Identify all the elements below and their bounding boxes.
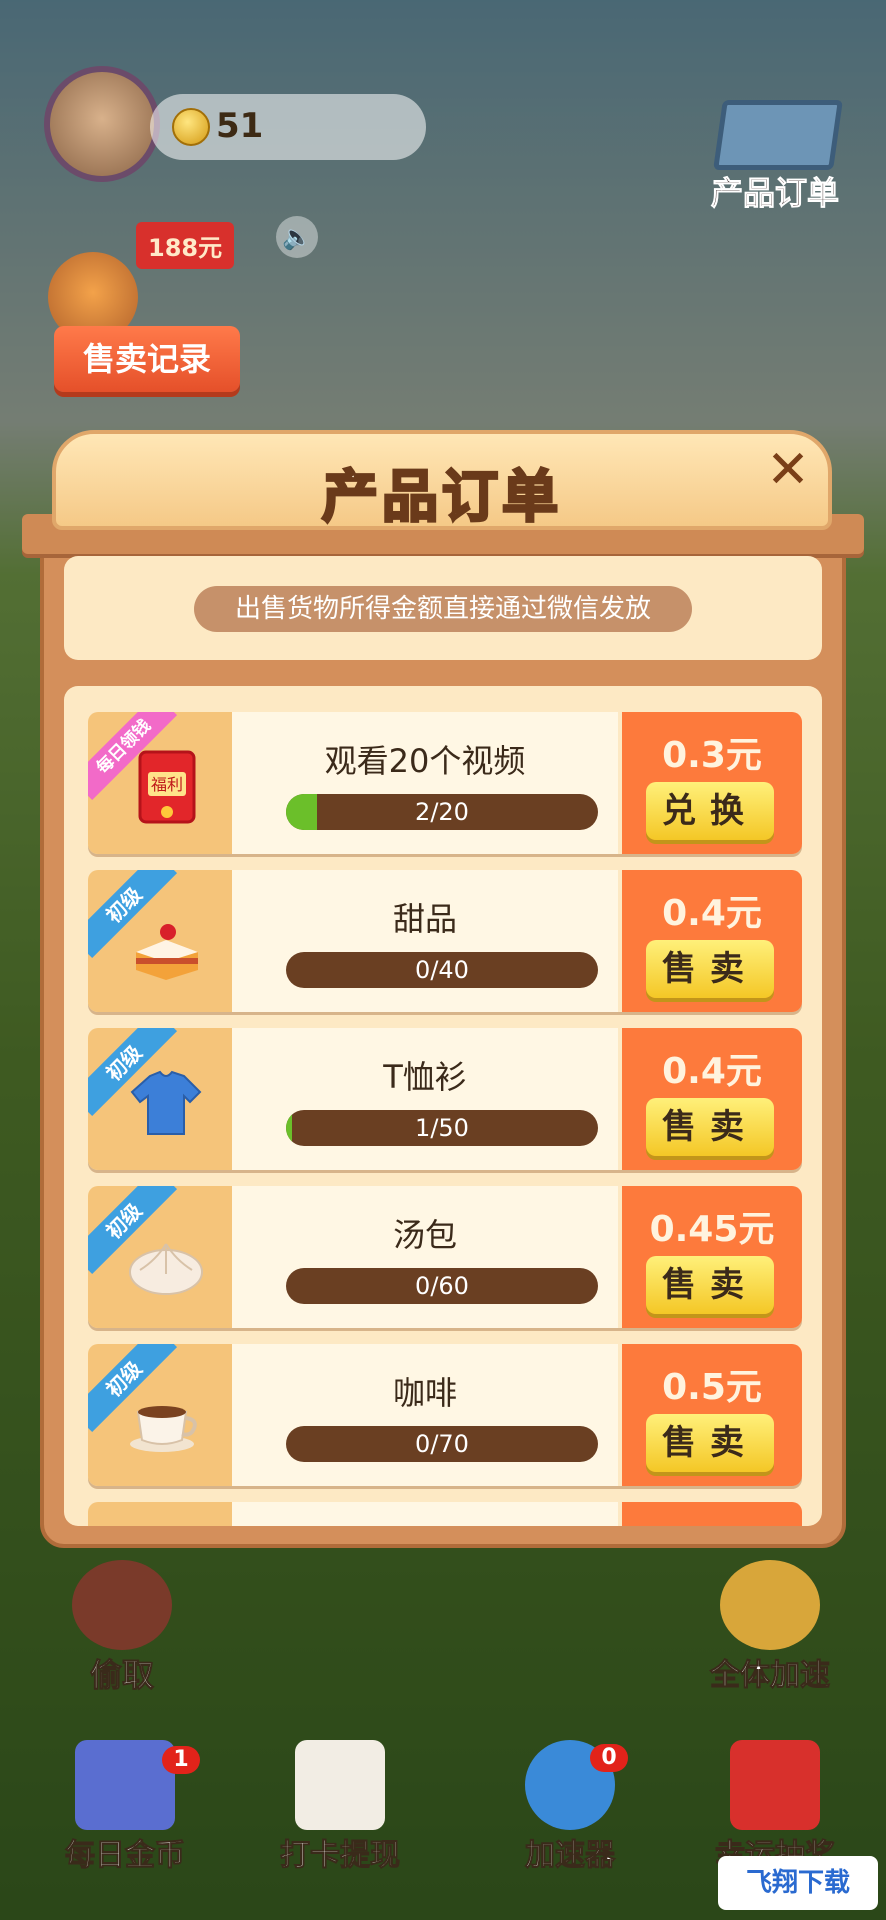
coffee-icon bbox=[130, 1406, 197, 1452]
order-icon-cell: 初级 bbox=[88, 1186, 232, 1328]
checkin-button[interactable]: 打卡提现 bbox=[260, 1740, 420, 1874]
red-envelope-icon: 福利 bbox=[138, 750, 196, 824]
cake-icon bbox=[136, 924, 198, 980]
progress-bar: 0/40 bbox=[286, 952, 598, 988]
progress-text: 1/50 bbox=[415, 1114, 469, 1142]
speaker-icon[interactable]: 🔈 bbox=[276, 216, 318, 258]
progress-text: 2/20 bbox=[415, 798, 469, 826]
checkin-label: 打卡提现 bbox=[280, 1838, 401, 1874]
sell-button[interactable]: 售卖 bbox=[646, 1256, 774, 1314]
order-row: 初级 T恤衫 1/50 0.4元 售卖 bbox=[88, 1028, 802, 1170]
order-info: T恤衫 1/50 bbox=[232, 1028, 618, 1170]
reward-badge: 188元 bbox=[136, 222, 235, 269]
order-icon-cell: 初级 bbox=[88, 1028, 232, 1170]
daily-coins-label: 每日金币 bbox=[65, 1838, 186, 1874]
order-row: 初级 汤包 0/60 0.45元 售卖 bbox=[88, 1186, 802, 1328]
order-icon-cell: 初级 bbox=[88, 870, 232, 1012]
order-title: 汤包 bbox=[392, 1216, 457, 1254]
order-title: T恤衫 bbox=[383, 1058, 467, 1096]
order-price-cell: 0.3元 兑换 bbox=[622, 712, 802, 854]
order-info bbox=[232, 1502, 618, 1526]
progress-bar: 0/70 bbox=[286, 1426, 598, 1462]
watermark-text: 飞翔下载 bbox=[745, 1868, 850, 1898]
order-row-partial bbox=[88, 1502, 802, 1526]
daily-coins-badge: 1 bbox=[162, 1746, 200, 1774]
bun-icon bbox=[129, 1243, 203, 1295]
order-icon-cell: 初级 bbox=[88, 1344, 232, 1486]
accelerator-button[interactable]: 加速器 0 bbox=[500, 1740, 640, 1874]
close-icon[interactable]: ✕ bbox=[762, 444, 814, 496]
avatar[interactable] bbox=[44, 66, 160, 182]
progress-bar: 2/20 bbox=[286, 794, 598, 830]
envelope-label: 福利 bbox=[151, 775, 183, 794]
speed-all-button[interactable]: 全体加速 bbox=[690, 1560, 850, 1694]
order-price: 0.4元 bbox=[662, 893, 762, 934]
stopwatch-icon bbox=[720, 1560, 820, 1650]
product-order-label: 产品订单 bbox=[710, 174, 839, 213]
order-info: 咖啡 0/70 bbox=[232, 1344, 618, 1486]
coin-icon bbox=[172, 108, 210, 146]
order-title: 观看20个视频 bbox=[324, 742, 526, 780]
order-list[interactable]: 每日领钱 福利 观看20个视频 2/20 0.3元 兑换 初级 甜品 0/40 … bbox=[64, 686, 822, 1526]
cart-icon bbox=[713, 100, 843, 170]
exchange-button[interactable]: 兑换 bbox=[646, 782, 774, 840]
order-title: 咖啡 bbox=[392, 1374, 457, 1412]
coin-count: 51 bbox=[216, 106, 264, 146]
order-info: 观看20个视频 2/20 bbox=[232, 712, 618, 854]
order-row: 每日领钱 福利 观看20个视频 2/20 0.3元 兑换 bbox=[88, 712, 802, 854]
order-info: 甜品 0/40 bbox=[232, 870, 618, 1012]
progress-text: 0/40 bbox=[415, 956, 469, 984]
steal-button[interactable]: 偷取 bbox=[52, 1560, 192, 1696]
product-order-button[interactable]: 产品订单 bbox=[700, 60, 850, 213]
watermark: 飞翔下载 bbox=[718, 1856, 878, 1910]
calendar-check-icon bbox=[295, 1740, 385, 1830]
speed-all-label: 全体加速 bbox=[710, 1658, 831, 1694]
order-price: 0.5元 bbox=[662, 1367, 762, 1408]
order-price-cell: 0.45元 售卖 bbox=[622, 1186, 802, 1328]
sale-record-button[interactable]: 售卖记录 bbox=[54, 326, 240, 392]
red-envelope-icon bbox=[730, 1740, 820, 1830]
notice-text: 出售货物所得金额直接通过微信发放 bbox=[194, 586, 692, 632]
order-price: 0.4元 bbox=[662, 1051, 762, 1092]
progress-bar: 0/60 bbox=[286, 1268, 598, 1304]
order-price-cell: 0.4元 售卖 bbox=[622, 870, 802, 1012]
order-icon-cell: 每日领钱 福利 bbox=[88, 712, 232, 854]
order-price-cell: 0.4元 售卖 bbox=[622, 1028, 802, 1170]
order-row: 初级 甜品 0/40 0.4元 售卖 bbox=[88, 870, 802, 1012]
order-icon-cell bbox=[88, 1502, 232, 1526]
tshirt-icon bbox=[130, 1070, 202, 1135]
order-price-cell bbox=[622, 1502, 802, 1526]
progress-bar: 1/50 bbox=[286, 1110, 598, 1146]
steal-label: 偷取 bbox=[89, 1656, 154, 1695]
sell-button[interactable]: 售卖 bbox=[646, 1414, 774, 1472]
lucky-draw-button[interactable]: 幸运抽奖 bbox=[700, 1740, 850, 1874]
order-title: 甜品 bbox=[392, 900, 457, 938]
gift-box-icon bbox=[75, 1740, 175, 1830]
progress-text: 0/60 bbox=[415, 1272, 469, 1300]
order-info: 汤包 0/60 bbox=[232, 1186, 618, 1328]
accelerator-badge: 0 bbox=[590, 1744, 628, 1772]
order-price: 0.45元 bbox=[649, 1209, 775, 1250]
dialog-header: 产品订单 bbox=[52, 430, 832, 532]
progress-text: 0/70 bbox=[415, 1430, 469, 1458]
sell-button[interactable]: 售卖 bbox=[646, 940, 774, 998]
sell-button[interactable]: 售卖 bbox=[646, 1098, 774, 1156]
order-row: 初级 咖啡 0/70 0.5元 售卖 bbox=[88, 1344, 802, 1486]
daily-coins-button[interactable]: 每日金币 1 bbox=[50, 1740, 200, 1874]
thief-icon bbox=[72, 1560, 172, 1650]
order-price: 0.3元 bbox=[662, 735, 762, 776]
accelerator-label: 加速器 bbox=[525, 1838, 616, 1874]
order-price-cell: 0.5元 售卖 bbox=[622, 1344, 802, 1486]
dialog-title: 产品订单 bbox=[321, 464, 562, 532]
